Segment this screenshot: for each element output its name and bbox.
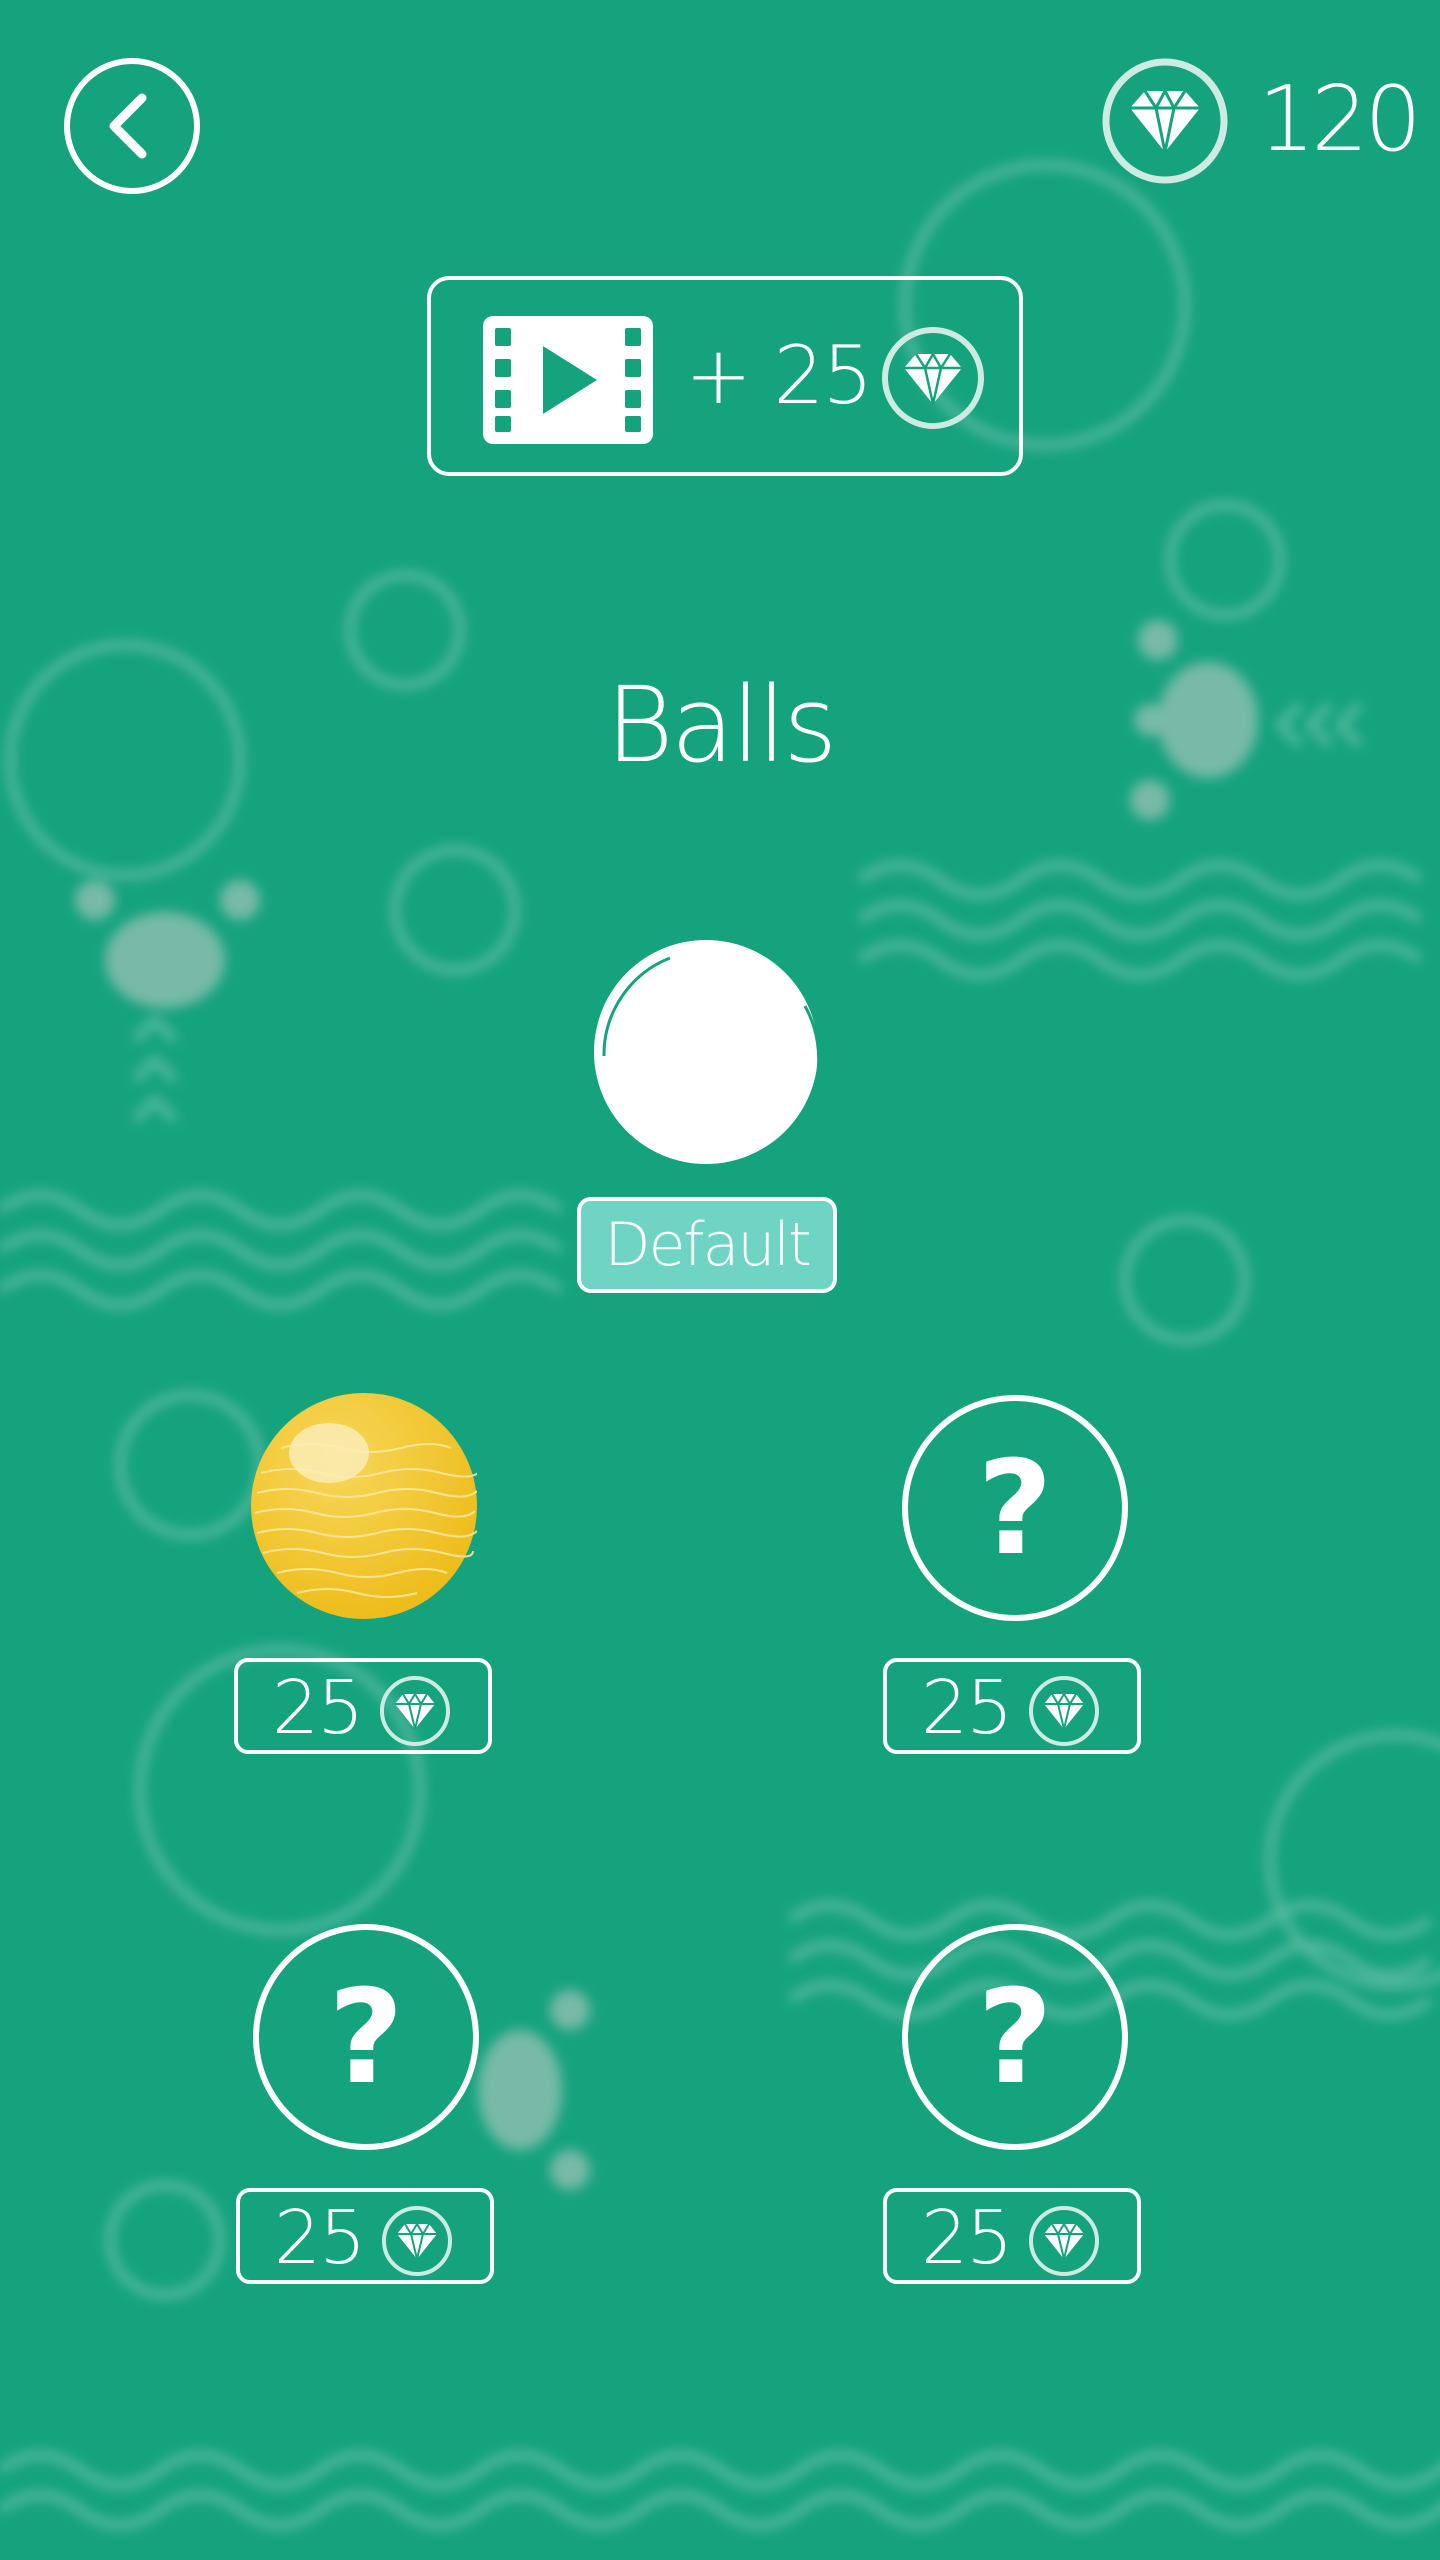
price-value: 25	[274, 2195, 366, 2281]
locked-ball-item[interactable]: ?	[902, 1924, 1128, 2150]
price-button[interactable]: 25	[883, 1658, 1141, 1754]
price-value: 25	[921, 1665, 1013, 1751]
diamond-icon	[882, 327, 984, 429]
default-ball[interactable]	[590, 936, 822, 1168]
price-value: 25	[921, 2195, 1013, 2281]
yellow-ball-item[interactable]	[251, 1393, 477, 1619]
locked-ball-item[interactable]: ?	[902, 1395, 1128, 1621]
price-value: 25	[272, 1665, 364, 1751]
diamond-icon	[380, 1676, 450, 1746]
back-button[interactable]	[64, 58, 200, 194]
question-mark: ?	[977, 1961, 1053, 2113]
question-mark: ?	[328, 1961, 404, 2113]
diamond-icon	[1102, 58, 1228, 184]
selected-badge[interactable]: Default	[577, 1197, 837, 1293]
diamond-icon	[382, 2206, 452, 2276]
price-button[interactable]: 25	[234, 1658, 492, 1754]
watch-video-reward-button[interactable]: + 25	[427, 276, 1023, 476]
gem-count: 120	[1258, 67, 1422, 172]
default-label: Default	[604, 1210, 811, 1280]
price-button[interactable]: 25	[236, 2188, 494, 2284]
diamond-icon	[1029, 1676, 1099, 1746]
chevron-left-icon	[109, 93, 147, 159]
reward-amount: + 25	[685, 329, 873, 422]
gem-counter: 120	[1100, 56, 1422, 186]
film-play-icon	[483, 316, 653, 444]
diamond-icon	[1029, 2206, 1099, 2276]
page-title: Balls	[605, 664, 838, 786]
price-button[interactable]: 25	[883, 2188, 1141, 2284]
locked-ball-item[interactable]: ?	[253, 1924, 479, 2150]
question-mark: ?	[977, 1432, 1053, 1584]
